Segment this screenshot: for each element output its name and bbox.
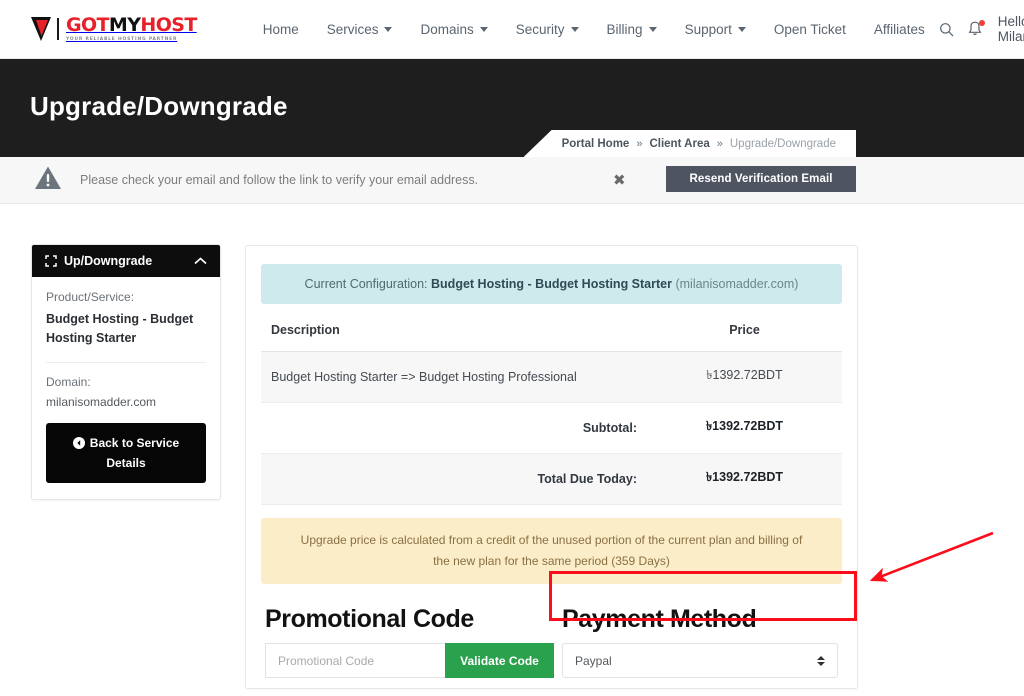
logo-divider	[57, 18, 59, 40]
nav-label: Open Ticket	[774, 22, 846, 37]
site-logo[interactable]: GOTMYHOST YOUR RELIABLE HOSTING PARTNER	[30, 16, 197, 42]
breadcrumb-client-area[interactable]: Client Area	[649, 138, 709, 150]
logo-host: HOST	[140, 14, 196, 36]
bell-icon[interactable]	[968, 21, 982, 37]
table-row: Subtotal: ৳1392.72BDT	[261, 403, 842, 454]
payment-method-section: Payment Method Paypal	[562, 605, 838, 678]
config-prefix: Current Configuration:	[305, 277, 428, 291]
product-service-label: Product/Service:	[46, 290, 206, 304]
top-navbar: GOTMYHOST YOUR RELIABLE HOSTING PARTNER …	[0, 0, 1024, 59]
back-button-label: Back to Service Details	[90, 436, 179, 470]
page-hero: Upgrade/Downgrade Portal Home » Client A…	[0, 59, 1024, 157]
logo-shield-icon	[30, 16, 52, 42]
nav-label: Domains	[420, 22, 473, 37]
nav-item-billing[interactable]: Billing	[593, 16, 671, 43]
row-label-total-due-today: Total Due Today:	[261, 454, 647, 505]
chevron-up-icon[interactable]	[194, 257, 207, 265]
nav-item-security[interactable]: Security	[502, 16, 593, 43]
nav-item-affiliates[interactable]: Affiliates	[860, 16, 939, 43]
column-header-description: Description	[261, 317, 647, 352]
alert-message: Please check your email and follow the l…	[80, 173, 478, 187]
checkout-sections: Promotional Code Validate Code Payment M…	[261, 605, 842, 678]
pricing-table: Description Price Budget Hosting Starter…	[261, 317, 842, 505]
breadcrumb-separator: »	[636, 138, 642, 150]
sidebar-body: Product/Service: Budget Hosting - Budget…	[32, 277, 220, 499]
upgrade-order-card: Current Configuration: Budget Hosting - …	[245, 245, 858, 689]
email-verification-alert: Please check your email and follow the l…	[0, 157, 1024, 204]
breadcrumb-separator: »	[717, 138, 723, 150]
row-description: Budget Hosting Starter => Budget Hosting…	[261, 352, 647, 403]
primary-nav: Home Services Domains Security Billing S…	[249, 16, 939, 43]
nav-label: Affiliates	[874, 22, 925, 37]
user-greeting: Hello, Milani!	[998, 14, 1024, 44]
breadcrumb-current: Upgrade/Downgrade	[730, 138, 836, 150]
logo-my: MY	[109, 14, 140, 36]
row-price: ৳1392.72BDT	[647, 454, 842, 505]
promotional-code-input[interactable]	[265, 643, 445, 678]
promotional-code-section: Promotional Code Validate Code	[265, 605, 554, 678]
config-domain: (milanisomadder.com)	[675, 277, 798, 291]
breadcrumb-portal-home[interactable]: Portal Home	[562, 138, 630, 150]
promotional-code-heading: Promotional Code	[265, 605, 554, 634]
row-label-subtotal: Subtotal:	[261, 403, 647, 454]
domain-label: Domain:	[46, 375, 206, 389]
upgrade-price-note: Upgrade price is calculated from a credi…	[261, 518, 842, 584]
navbar-utilities: Hello, Milani! 0	[939, 14, 1024, 44]
nav-label: Billing	[607, 22, 643, 37]
user-menu[interactable]: Hello, Milani!	[998, 14, 1024, 44]
logo-got: GOT	[66, 14, 109, 36]
row-price: ৳1392.72BDT	[647, 352, 842, 403]
resend-verification-email-button[interactable]: Resend Verification Email	[666, 166, 856, 192]
domain-value: milanisomadder.com	[46, 395, 206, 409]
sidebar-divider	[46, 362, 206, 363]
warning-triangle-icon	[34, 165, 62, 196]
chevron-down-icon	[649, 27, 657, 32]
chevron-down-icon	[571, 27, 579, 32]
nav-label: Security	[516, 22, 565, 37]
table-row: Total Due Today: ৳1392.72BDT	[261, 454, 842, 505]
page-title: Upgrade/Downgrade	[30, 91, 288, 122]
logo-tagline: YOUR RELIABLE HOSTING PARTNER	[66, 38, 197, 42]
nav-label: Home	[263, 22, 299, 37]
config-product: Budget Hosting - Budget Hosting Starter	[431, 277, 672, 291]
nav-item-open-ticket[interactable]: Open Ticket	[760, 16, 860, 43]
logo-wordmark: GOTMYHOST	[66, 16, 197, 35]
expand-icon	[45, 255, 57, 267]
product-service-value: Budget Hosting - Budget Hosting Starter	[46, 310, 206, 349]
sidebar-header[interactable]: Up/Downgrade	[32, 245, 220, 277]
arrow-left-circle-icon	[73, 436, 85, 454]
nav-item-support[interactable]: Support	[671, 16, 760, 43]
upgrade-downgrade-sidebar: Up/Downgrade Product/Service: Budget Hos…	[31, 244, 221, 500]
nav-item-domains[interactable]: Domains	[406, 16, 501, 43]
close-icon[interactable]: ✖	[613, 171, 626, 189]
table-header-row: Description Price	[261, 317, 842, 352]
back-to-service-details-button[interactable]: Back to Service Details	[46, 423, 206, 483]
row-price: ৳1392.72BDT	[647, 403, 842, 454]
page-body: Up/Downgrade Product/Service: Budget Hos…	[0, 204, 1024, 696]
search-icon[interactable]	[939, 22, 954, 37]
chevron-down-icon	[480, 27, 488, 32]
chevron-down-icon	[384, 27, 392, 32]
table-row: Budget Hosting Starter => Budget Hosting…	[261, 352, 842, 403]
notification-dot	[979, 20, 985, 26]
breadcrumb: Portal Home » Client Area » Upgrade/Down…	[524, 130, 856, 157]
validate-code-button[interactable]: Validate Code	[445, 643, 554, 678]
nav-label: Services	[327, 22, 379, 37]
sidebar-title: Up/Downgrade	[64, 254, 152, 268]
chevron-down-icon	[738, 27, 746, 32]
column-header-price: Price	[647, 317, 842, 352]
nav-label: Support	[685, 22, 732, 37]
nav-item-home[interactable]: Home	[249, 16, 313, 43]
payment-method-heading: Payment Method	[562, 605, 838, 634]
payment-method-select[interactable]: Paypal	[562, 643, 838, 678]
current-configuration-banner: Current Configuration: Budget Hosting - …	[261, 264, 842, 304]
nav-item-services[interactable]: Services	[313, 16, 407, 43]
